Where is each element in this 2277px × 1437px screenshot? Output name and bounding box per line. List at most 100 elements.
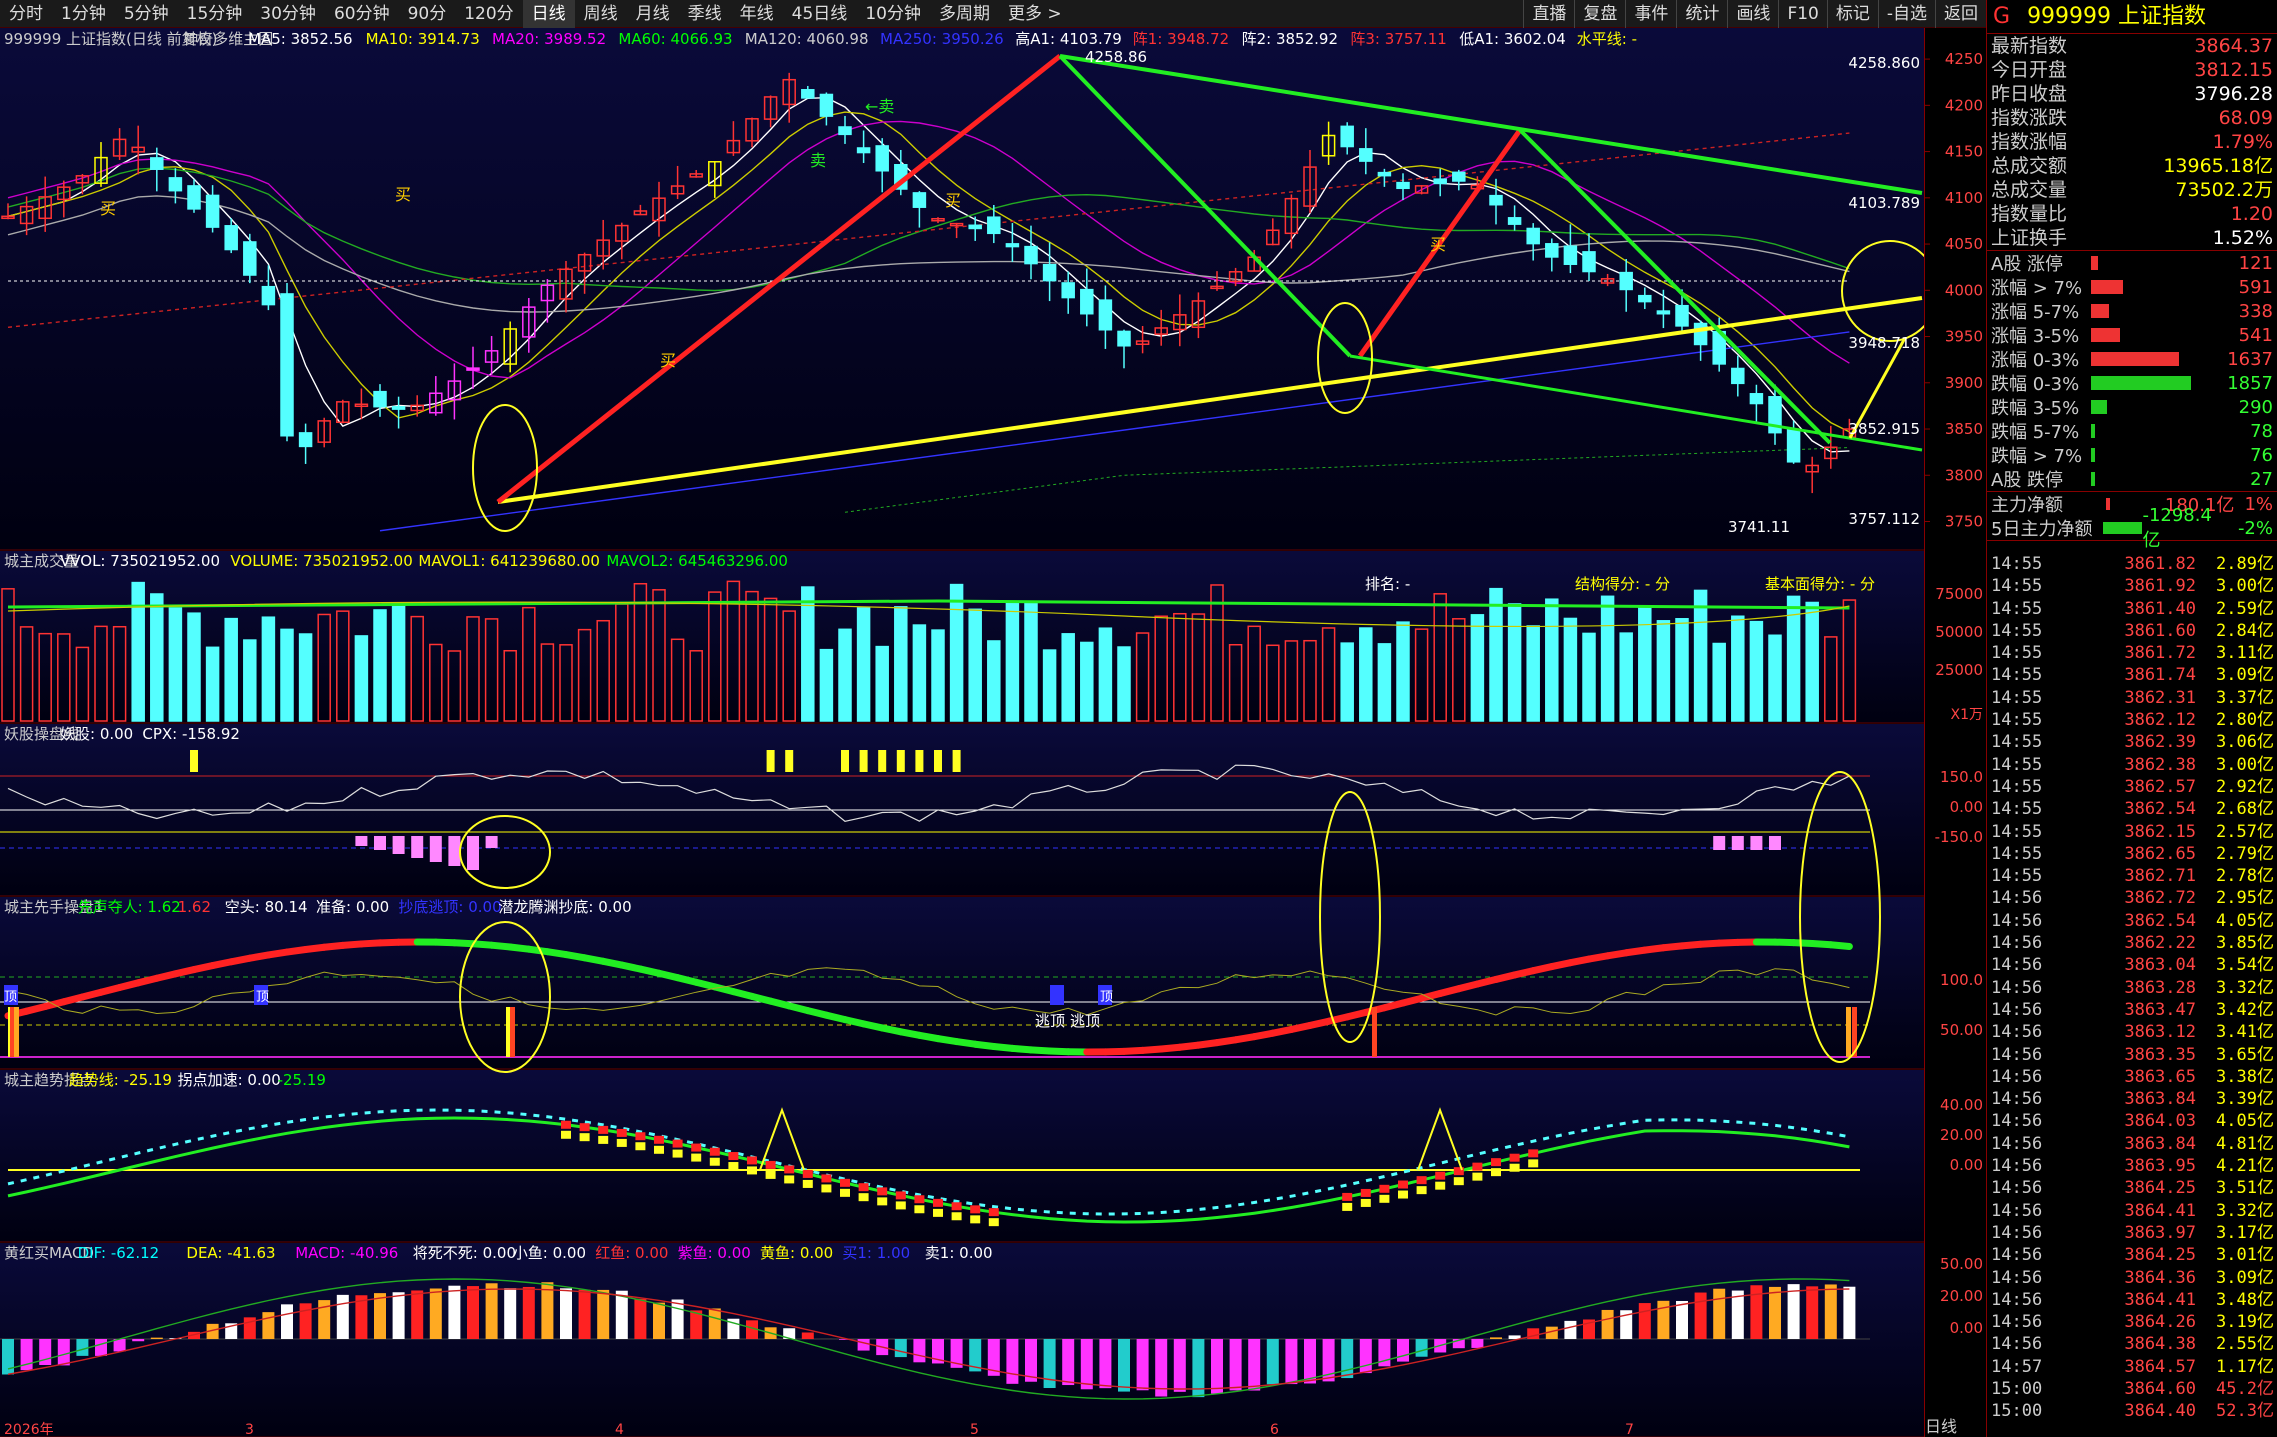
chart-svg[interactable]: 999999 上证指数(日线 前复权)神奇多维主图MA5: 3852.56 MA1… — [0, 28, 1924, 1437]
candle-body — [968, 224, 982, 230]
tick-time: 14:56 — [1991, 1289, 2043, 1310]
timeframe-8[interactable]: 日线 — [522, 0, 575, 28]
tick-amount: 3.17亿 — [2216, 1222, 2274, 1243]
trend-marker — [598, 1125, 609, 1134]
macd-bar — [429, 1288, 442, 1339]
toolbar-btn-2[interactable]: 事件 — [1625, 0, 1676, 28]
tick-time: 14:55 — [1991, 843, 2043, 864]
breadth-list: A股 涨停 121 涨幅 > 7% 591 涨幅 5-7% 338 涨幅 3-5% 541 涨幅… — [1987, 251, 2277, 492]
breadth-count: 591 — [2238, 276, 2273, 298]
tick-row: 14:56 3863.12 3.41亿 — [1987, 1021, 2277, 1043]
volume-bar — [1359, 627, 1373, 722]
timeframe-11[interactable]: 季线 — [679, 0, 731, 28]
level-label: 4258.860 — [1848, 54, 1920, 72]
tick-row: 14:56 3863.84 3.39亿 — [1987, 1088, 2277, 1110]
tick-list[interactable]: 14:55 3861.82 2.89亿 14:55 3861.92 3.00亿 14:55 3… — [1987, 553, 2277, 1423]
tick-price: 3862.31 — [2124, 687, 2196, 708]
toolbar-btn-1[interactable]: 复盘 — [1574, 0, 1625, 28]
tick-time: 14:56 — [1991, 1178, 2043, 1199]
quote-title[interactable]: G 999999 上证指数 — [1987, 0, 2277, 34]
trend-marker — [970, 1205, 981, 1214]
volume-bar — [1396, 621, 1410, 722]
timeframe-13[interactable]: 45日线 — [783, 0, 857, 28]
macd-bar — [1118, 1339, 1130, 1392]
quote-row: 最新指数 3864.37 — [1987, 34, 2277, 58]
chart-area[interactable]: 999999 上证指数(日线 前复权) 神奇多维主图 MA5: 3852.56 MA1… — [0, 28, 1924, 1437]
tick-row: 14:56 3864.26 3.19亿 — [1987, 1311, 2277, 1333]
candle-body — [1731, 367, 1745, 385]
macd-bar — [299, 1303, 312, 1339]
volume-bar — [243, 639, 257, 722]
timeframe-16[interactable]: 更多 > — [999, 0, 1071, 28]
toolbar-btn-0[interactable]: 直播 — [1523, 0, 1574, 28]
axis-tick: 100.0 — [1940, 971, 1983, 989]
timeframe-15[interactable]: 多周期 — [930, 0, 999, 28]
volume-bar — [1489, 587, 1503, 722]
tick-price: 3861.40 — [2124, 598, 2196, 619]
quote-key: 总成交量 — [1991, 179, 2068, 201]
timeframe-5[interactable]: 60分钟 — [325, 0, 399, 28]
macd-bar — [708, 1308, 721, 1339]
volume-bar — [187, 612, 201, 722]
timeframe-2[interactable]: 5分钟 — [115, 0, 178, 28]
timeframe-6[interactable]: 90分 — [399, 0, 456, 28]
tick-amount: 3.32亿 — [2216, 1200, 2274, 1221]
tick-price: 3863.12 — [2124, 1022, 2196, 1043]
tick-amount: 3.51亿 — [2216, 1178, 2274, 1199]
legend-item: MA10: 3914.73 — [366, 30, 480, 48]
macd-bar — [1769, 1286, 1781, 1339]
tick-amount: 2.68亿 — [2216, 799, 2274, 820]
legend-item: 卖1: 0.00 — [925, 1244, 993, 1262]
quote-key: 指数涨跌 — [1991, 107, 2068, 129]
timeframe-4[interactable]: 30分钟 — [251, 0, 325, 28]
timeframe-7[interactable]: 120分 — [455, 0, 522, 28]
trend-marker — [1342, 1192, 1353, 1201]
sell-signal: 卖 — [810, 151, 826, 170]
timeframe-1[interactable]: 1分钟 — [52, 0, 115, 28]
legend-item: 拐点加速: 0.00 — [178, 1071, 281, 1089]
trend-marker — [1379, 1194, 1390, 1203]
trend-marker — [784, 1175, 795, 1184]
tick-price: 3863.65 — [2124, 1066, 2196, 1087]
toolbar-btn-3[interactable]: 统计 — [1676, 0, 1727, 28]
breadth-row: 跌幅 0-3% 1857 — [1987, 371, 2277, 396]
breadth-row: 涨幅 > 7% 591 — [1987, 275, 2277, 300]
timeframe-14[interactable]: 10分钟 — [856, 0, 930, 28]
tick-amount: 3.01亿 — [2216, 1245, 2274, 1266]
candle-body — [1786, 428, 1801, 463]
candle-body — [801, 89, 815, 99]
buy-signal: 买 — [660, 351, 676, 370]
toolbar-btn-6[interactable]: 标记 — [1826, 0, 1878, 28]
trend-marker — [1398, 1190, 1408, 1199]
toolbar-btn-4[interactable]: 画线 — [1727, 0, 1778, 28]
toolbar-btn-8[interactable]: 返回 — [1935, 0, 1986, 28]
timeframe-9[interactable]: 周线 — [575, 0, 627, 28]
quote-row: 今日开盘 3812.15 — [1987, 58, 2277, 82]
timeframe-10[interactable]: 月线 — [627, 0, 679, 28]
timeframe-0[interactable]: 分时 — [0, 0, 52, 28]
tick-row: 14:56 3864.41 3.48亿 — [1987, 1289, 2277, 1311]
tick-row: 14:55 3862.39 3.06亿 — [1987, 731, 2277, 753]
panel-footer: 日线 — [1925, 1417, 2277, 1437]
volume-bar — [1005, 602, 1020, 722]
quote-value: 1.79% — [2212, 131, 2273, 153]
trend-marker — [988, 1208, 999, 1217]
trend-marker — [951, 1202, 962, 1211]
macd-bar — [336, 1294, 349, 1339]
tick-row: 14:55 3861.60 2.84亿 — [1987, 620, 2277, 642]
timeframe-3[interactable]: 15分钟 — [178, 0, 252, 28]
candle-body — [1377, 171, 1392, 177]
toolbar-btn-7[interactable]: -自选 — [1877, 0, 1935, 28]
timeframe-12[interactable]: 年线 — [731, 0, 783, 28]
quote-value: 3864.37 — [2194, 35, 2273, 57]
volume-bar — [261, 616, 276, 722]
breadth-bar — [2091, 472, 2095, 486]
toolbar-btn-5[interactable]: F10 — [1778, 0, 1826, 28]
axis-tick: 3850 — [1945, 420, 1983, 438]
candle-body — [912, 192, 927, 208]
macd-bar — [1359, 1339, 1372, 1374]
macd-bar — [1638, 1303, 1651, 1339]
tick-amount: 4.05亿 — [2216, 1111, 2274, 1132]
trend-marker — [635, 1132, 646, 1141]
trend-marker — [1509, 1163, 1520, 1172]
